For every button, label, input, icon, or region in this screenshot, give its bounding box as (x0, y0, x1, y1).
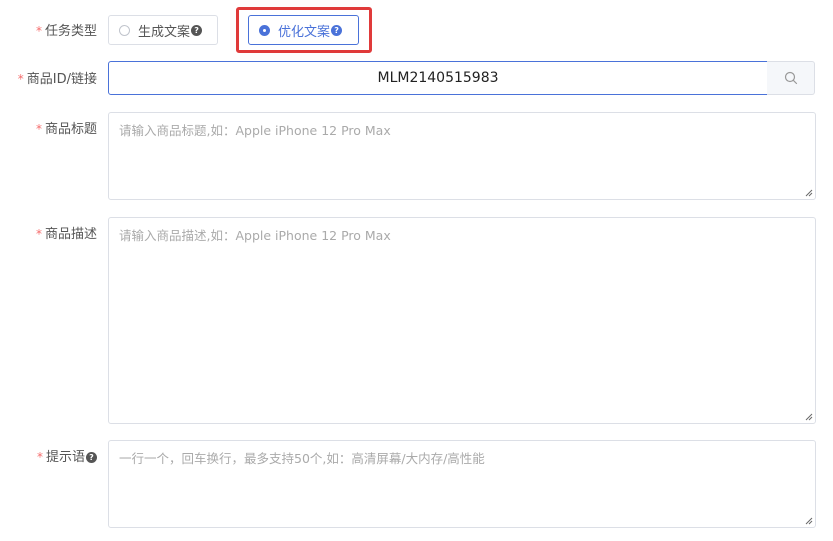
help-icon[interactable]: ? (86, 452, 97, 463)
product-desc-label-text: 商品描述 (44, 227, 97, 242)
product-id-label-text: 商品ID/链接 (26, 72, 97, 87)
product-id-input[interactable]: MLM2140515983 (108, 61, 768, 95)
resize-handle-icon[interactable] (805, 189, 813, 197)
resize-handle-icon[interactable] (805, 517, 813, 525)
radio-optimize-copy[interactable]: 优化文案 ? (248, 15, 359, 45)
required-mark: * (35, 227, 42, 241)
product-id-value: MLM2140515983 (377, 70, 499, 86)
radio-optimize-label: 优化文案 (278, 24, 331, 40)
product-title-label: * 商品标题 (20, 118, 97, 137)
prompt-label: * 提示语? (20, 446, 97, 465)
resize-handle-icon[interactable] (805, 413, 813, 421)
required-mark: * (17, 72, 24, 86)
radio-generate-label: 生成文案 (138, 24, 191, 40)
required-mark: * (35, 122, 42, 136)
product-id-label: * 商品ID/链接 (10, 68, 97, 87)
search-button[interactable] (767, 61, 815, 95)
product-title-label-text: 商品标题 (44, 122, 97, 137)
required-mark: * (36, 450, 43, 464)
radio-circle-icon (119, 24, 130, 36)
help-icon[interactable]: ? (331, 24, 343, 36)
radio-generate-copy[interactable]: 生成文案 ? (108, 15, 218, 45)
prompt-textarea[interactable]: 一行一个，回车换行，最多支持50个,如：高清屏幕/大内存/高性能 (108, 440, 816, 528)
product-desc-placeholder: 请输入商品描述,如：Apple iPhone 12 Pro Max (119, 228, 391, 243)
prompt-label-text: 提示语 (45, 450, 85, 465)
product-title-textarea[interactable]: 请输入商品标题,如：Apple iPhone 12 Pro Max (108, 112, 816, 200)
radio-circle-checked-icon (259, 24, 270, 36)
product-desc-textarea[interactable]: 请输入商品描述,如：Apple iPhone 12 Pro Max (108, 217, 816, 424)
help-icon[interactable]: ? (191, 24, 203, 36)
product-title-placeholder: 请输入商品标题,如：Apple iPhone 12 Pro Max (119, 123, 391, 138)
task-type-label: * 任务类型 (20, 20, 97, 39)
product-desc-label: * 商品描述 (20, 223, 97, 242)
required-mark: * (35, 24, 42, 38)
task-type-label-text: 任务类型 (44, 24, 97, 39)
search-icon (784, 71, 797, 85)
prompt-placeholder: 一行一个，回车换行，最多支持50个,如：高清屏幕/大内存/高性能 (119, 451, 485, 466)
